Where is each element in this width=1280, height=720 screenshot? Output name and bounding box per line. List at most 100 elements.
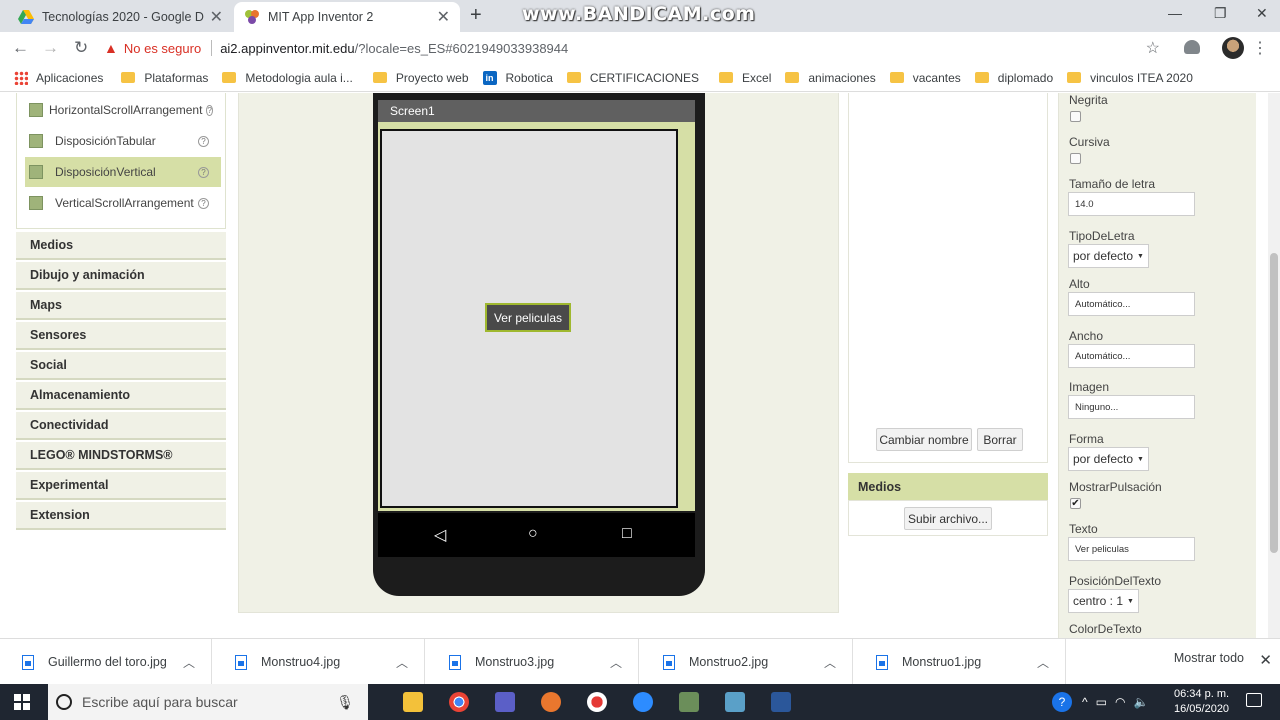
palette-category-lego[interactable]: LEGO® MINDSTORMS® — [16, 442, 226, 470]
cursiva-checkbox[interactable] — [1070, 153, 1081, 164]
download-item[interactable]: Monstruo4.jpg ︿ — [213, 639, 425, 685]
bookmark-folder[interactable]: vacantes — [889, 71, 961, 85]
menu-icon[interactable]: ⋮ — [1252, 38, 1268, 58]
palette-category-sensores[interactable]: Sensores — [16, 322, 226, 350]
zoom-icon[interactable] — [633, 692, 653, 712]
back-icon[interactable]: ← — [12, 38, 29, 58]
bookmark-folder[interactable]: Proyecto web — [372, 71, 469, 85]
bookmark-label: CERTIFICACIONES — [589, 70, 700, 85]
image-file-icon — [22, 654, 34, 670]
close-window-icon[interactable]: ✕ — [1256, 5, 1268, 22]
extension-icon[interactable] — [1184, 40, 1200, 54]
tab-google-drive[interactable]: Tecnologías 2020 - Google Drive ✕ — [8, 2, 233, 32]
help-icon[interactable]: ? — [206, 104, 213, 116]
palette-category-conectividad[interactable]: Conectividad — [16, 412, 226, 440]
forma-select[interactable]: por defecto ▼ — [1068, 447, 1149, 471]
show-all-downloads-button[interactable]: Mostrar todo — [1174, 651, 1244, 665]
record-icon[interactable] — [587, 692, 607, 712]
tab-app-inventor[interactable]: MIT App Inventor 2 ✕ — [234, 2, 460, 32]
clock-date: 16/05/2020 — [1174, 703, 1230, 715]
battery-icon[interactable]: ▭ — [1096, 695, 1107, 709]
page-scrollbar[interactable] — [1268, 93, 1280, 638]
palette-category-maps[interactable]: Maps — [16, 292, 226, 320]
bookmark-label: Robotica — [505, 70, 553, 85]
windows-start-icon[interactable] — [14, 694, 30, 710]
bookmark-link[interactable]: in Robotica — [482, 70, 553, 85]
palette-category-extension[interactable]: Extension — [16, 502, 226, 530]
palette-item[interactable]: DisposiciónTabular ? — [25, 126, 221, 156]
palette-item-selected[interactable]: DisposiciónVertical ? — [25, 157, 221, 187]
chevron-up-icon[interactable]: ︿ — [1037, 654, 1049, 671]
taskbar-search[interactable]: Escribe aquí para buscar 🎙 — [48, 684, 368, 720]
maximize-icon[interactable]: ❐ — [1214, 5, 1227, 22]
texto-input[interactable]: Ver peliculas — [1068, 537, 1195, 561]
upload-file-button[interactable]: Subir archivo... — [904, 507, 992, 530]
forward-icon[interactable]: → — [42, 38, 59, 58]
alto-input[interactable]: Automático... — [1068, 292, 1195, 316]
text-align-select[interactable]: centro : 1 ▼ — [1068, 589, 1139, 613]
network-icon[interactable]: ◠ — [1115, 695, 1125, 709]
app-icon[interactable] — [541, 692, 561, 712]
rename-button[interactable]: Cambiar nombre — [876, 428, 972, 451]
bookmark-folder[interactable]: CERTIFICACIONES — [566, 70, 700, 85]
bookmark-folder[interactable]: animaciones — [785, 71, 876, 85]
help-icon[interactable]: ? — [1052, 692, 1072, 712]
close-tab-icon[interactable]: ✕ — [210, 7, 223, 27]
file-explorer-icon[interactable] — [403, 692, 423, 712]
minimize-icon[interactable]: — — [1168, 5, 1182, 21]
chrome-icon[interactable] — [449, 692, 469, 712]
new-tab-icon[interactable]: + — [470, 4, 482, 27]
help-icon[interactable]: ? — [198, 166, 209, 178]
word-icon[interactable] — [771, 692, 791, 712]
help-icon[interactable]: ? — [198, 135, 209, 147]
ver-peliculas-button[interactable]: Ver peliculas — [485, 303, 571, 332]
chevron-up-icon[interactable]: ^ — [1082, 695, 1088, 709]
app-icon[interactable] — [725, 692, 745, 712]
bookmark-folder[interactable]: Plataformas — [121, 71, 208, 85]
download-item[interactable]: Monstruo3.jpg ︿ — [427, 639, 639, 685]
imagen-input[interactable]: Ninguno... — [1068, 395, 1195, 419]
delete-button[interactable]: Borrar — [977, 428, 1023, 451]
chevron-up-icon[interactable]: ︿ — [183, 654, 195, 671]
download-item[interactable]: Monstruo1.jpg ︿ — [854, 639, 1066, 685]
bookmark-star-icon[interactable]: ☆ — [1146, 38, 1160, 58]
palette-category-dibujo[interactable]: Dibujo y animación — [16, 262, 226, 290]
help-icon[interactable]: ? — [198, 197, 209, 209]
chevron-up-icon[interactable]: ︿ — [824, 654, 836, 671]
font-size-input[interactable]: 14.0 — [1068, 192, 1195, 216]
chevron-up-icon[interactable]: ︿ — [610, 654, 622, 671]
close-downloads-icon[interactable]: ✕ — [1259, 651, 1272, 669]
palette-item[interactable]: HorizontalScrollArrangement ? — [25, 95, 221, 125]
font-type-select[interactable]: por defecto ▼ — [1068, 244, 1149, 268]
forma-label: Forma — [1069, 432, 1104, 446]
image-viewer-icon[interactable] — [679, 692, 699, 712]
close-tab-icon[interactable]: ✕ — [437, 7, 450, 27]
palette-item[interactable]: VerticalScrollArrangement ? — [25, 188, 221, 218]
bookmark-folder[interactable]: diplomado — [974, 71, 1053, 85]
negrita-checkbox[interactable] — [1070, 111, 1081, 122]
profile-avatar[interactable] — [1222, 37, 1244, 59]
bookmark-apps[interactable]: Aplicaciones — [14, 70, 103, 85]
palette-category-medios[interactable]: Medios — [16, 232, 226, 260]
ancho-input[interactable]: Automático... — [1068, 344, 1195, 368]
microphone-icon[interactable]: 🎙 — [336, 694, 354, 711]
download-name: Monstruo1.jpg — [902, 655, 982, 669]
chevron-up-icon[interactable]: ︿ — [396, 654, 408, 671]
address-bar[interactable]: ▲ No es seguro ai2.appinventor.mit.edu /… — [104, 36, 1174, 60]
scrollbar-thumb[interactable] — [1270, 253, 1278, 553]
teams-icon[interactable] — [495, 692, 515, 712]
volume-icon[interactable]: 🔈 — [1133, 695, 1148, 709]
palette-category-social[interactable]: Social — [16, 352, 226, 380]
show-feedback-checkbox[interactable]: ✔ — [1070, 498, 1081, 509]
download-item[interactable]: Monstruo2.jpg ︿ — [641, 639, 853, 685]
clock[interactable]: 06:34 p. m. 16/05/2020 — [1174, 687, 1229, 717]
notifications-icon[interactable] — [1246, 693, 1262, 707]
bookmark-folder[interactable]: vinculos ITEA 2020 — [1067, 71, 1193, 85]
bookmark-folder[interactable]: Metodologia aula i... — [222, 71, 353, 85]
palette-category-experimental[interactable]: Experimental — [16, 472, 226, 500]
download-item[interactable]: Guillermo del toro.jpg ︿ — [0, 639, 212, 685]
search-placeholder: Escribe aquí para buscar — [82, 694, 238, 710]
palette-category-almacenamiento[interactable]: Almacenamiento — [16, 382, 226, 410]
reload-icon[interactable]: ↻ — [74, 38, 88, 58]
bookmark-folder[interactable]: Excel — [719, 71, 771, 85]
